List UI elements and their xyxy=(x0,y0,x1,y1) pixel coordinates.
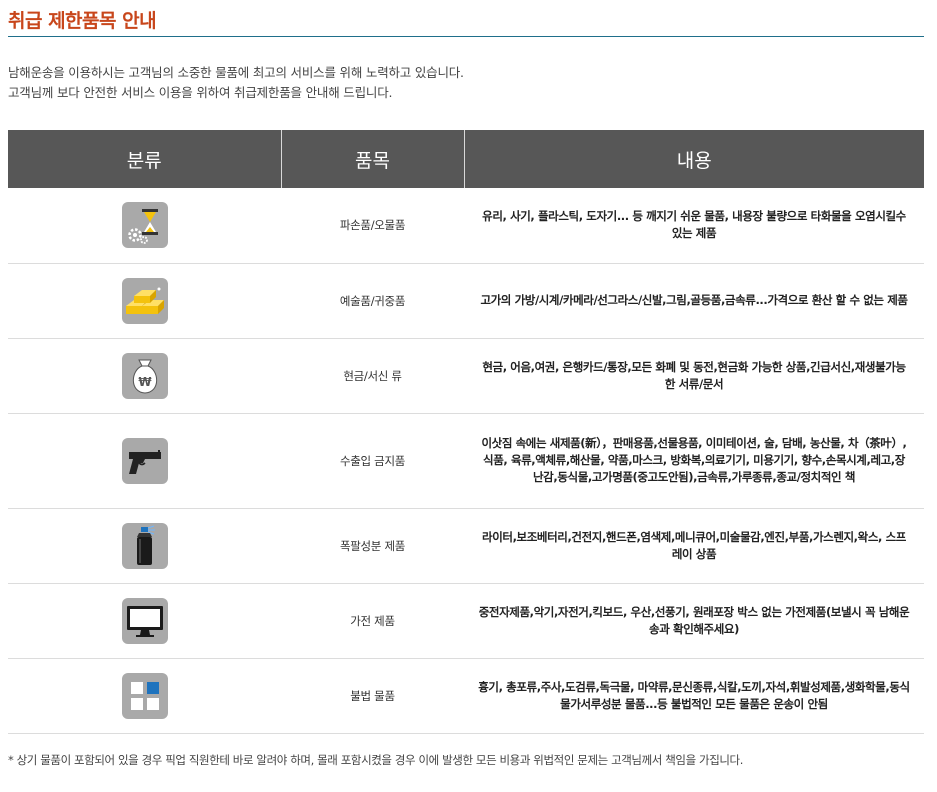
category-cell: ₩ xyxy=(8,338,281,414)
table-header-row: 분류 품목 내용 xyxy=(8,130,924,188)
table-row: 불법 물품 흉기, 총포류,주사,도검류,독극물, 마약류,문신종류,식칼,도끼… xyxy=(8,658,924,734)
intro-text: 남해운송을 이용하시는 고객님의 소중한 물품에 최고의 서비스를 위해 노력하… xyxy=(8,63,924,103)
table-row: ₩ 현금/서신 류 현금, 어음,여권, 은행카드/통장,모든 화폐 및 동전,… xyxy=(8,338,924,414)
description-cell: 이삿짐 속에는 새제품(新），판매용품,선물용품, 이미테이션, 술, 담배, … xyxy=(464,413,924,509)
table-row: 예술품/귀중품 고가의 가방/시계/카메라/선그라스/신발,그림,골등품,금속류… xyxy=(8,263,924,339)
table-row: 수출입 금지품 이삿짐 속에는 새제품(新），판매용품,선물용품, 이미테이션,… xyxy=(8,413,924,509)
category-cell xyxy=(8,583,281,659)
item-cell: 가전 제품 xyxy=(281,583,464,659)
description-cell: 유리, 사기, 플라스틱, 도자기... 등 깨지기 쉬운 물품, 내용장 불량… xyxy=(464,188,924,264)
monitor-icon xyxy=(121,597,168,644)
category-cell xyxy=(8,508,281,584)
gold-bars-icon xyxy=(121,277,168,324)
category-cell xyxy=(8,188,281,264)
item-cell: 예술품/귀중품 xyxy=(281,263,464,339)
item-cell: 파손품/오물품 xyxy=(281,188,464,264)
table-row: 파손품/오물품 유리, 사기, 플라스틱, 도자기... 등 깨지기 쉬운 물품… xyxy=(8,188,924,264)
footnote: * 상기 물품이 포함되어 있을 경우 픽업 직원한테 바로 알려야 하며, 몰… xyxy=(8,753,743,767)
svg-text:₩: ₩ xyxy=(138,375,152,389)
item-cell: 폭팔성분 제품 xyxy=(281,508,464,584)
restricted-items-table: 분류 품목 내용 파손품/오물품 유리, 사기, 플라스틱, 도자기... 등 … xyxy=(8,130,924,734)
item-cell: 수출입 금지품 xyxy=(281,413,464,509)
category-cell xyxy=(8,263,281,339)
title-divider xyxy=(8,36,924,37)
item-cell: 불법 물품 xyxy=(281,658,464,734)
spray-can-icon xyxy=(121,522,168,569)
intro-line: 남해운송을 이용하시는 고객님의 소중한 물품에 최고의 서비스를 위해 노력하… xyxy=(8,65,464,80)
description-cell: 흉기, 총포류,주사,도검류,독극물, 마약류,문신종류,식칼,도끼,자석,휘발… xyxy=(464,658,924,734)
description-cell: 라이터,보조베터리,건전지,핸드폰,염색제,메니큐어,미술물감,엔진,부품,가스… xyxy=(464,508,924,584)
item-cell: 현금/서신 류 xyxy=(281,338,464,414)
money-bag-icon: ₩ xyxy=(121,352,168,399)
table-row: 가전 제품 중전자제품,악기,자전거,킥보드, 우산,선풍기, 원래포장 박스 … xyxy=(8,583,924,659)
handgun-icon xyxy=(121,437,168,484)
category-cell xyxy=(8,658,281,734)
page-title: 취급 제한품목 안내 xyxy=(8,10,157,32)
grid-squares-icon xyxy=(121,672,168,719)
table-row: 폭팔성분 제품 라이터,보조베터리,건전지,핸드폰,염색제,메니큐어,미술물감,… xyxy=(8,508,924,584)
intro-line: 고객님께 보다 안전한 서비스 이용을 위하여 취급제한품을 안내해 드립니다. xyxy=(8,85,393,100)
category-cell xyxy=(8,413,281,509)
hourglass-gear-icon xyxy=(121,202,168,249)
header-item: 품목 xyxy=(281,130,465,188)
header-category: 분류 xyxy=(8,130,282,188)
description-cell: 중전자제품,악기,자전거,킥보드, 우산,선풍기, 원래포장 박스 없는 가전제… xyxy=(464,583,924,659)
header-description: 내용 xyxy=(464,130,924,188)
description-cell: 현금, 어음,여권, 은행카드/통장,모든 화폐 및 동전,현금화 가능한 상품… xyxy=(464,338,924,414)
description-cell: 고가의 가방/시계/카메라/선그라스/신발,그림,골등품,금속류...가격으로 … xyxy=(464,263,924,339)
